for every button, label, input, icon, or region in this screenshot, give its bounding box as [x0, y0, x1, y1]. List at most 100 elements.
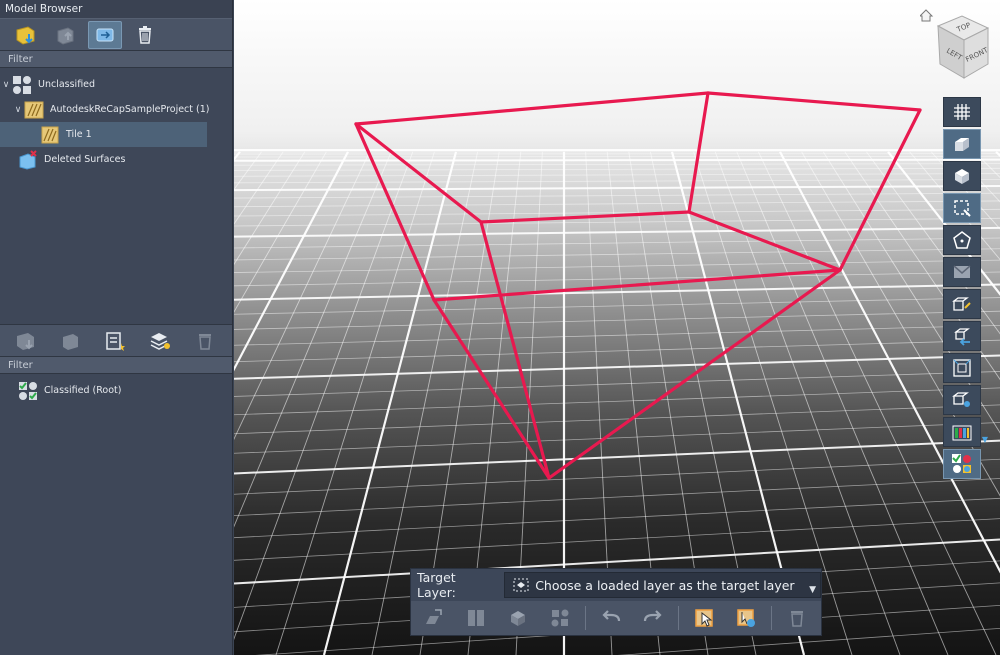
box-edit-icon [952, 297, 971, 311]
tree-item-label: Deleted Surfaces [44, 154, 126, 165]
grid-line [234, 439, 1000, 475]
rotate-points-icon [426, 609, 442, 624]
color-bars-icon [952, 425, 972, 441]
unclassified-icon [12, 75, 32, 95]
target-layer-value: Choose a loaded layer as the target laye… [535, 577, 795, 593]
trash-icon [139, 25, 151, 44]
shapes-button[interactable] [543, 604, 577, 632]
selection-box-edge[interactable] [687, 91, 710, 214]
color-mode-button[interactable]: ▼ [943, 417, 988, 447]
grid-line [234, 297, 1000, 315]
tree-item-project[interactable]: ∨ AutodeskReCapSampleProject (1) [0, 97, 232, 122]
select-points-button[interactable] [687, 604, 721, 632]
rotate-points-button[interactable] [417, 604, 451, 632]
project-scan-icon [24, 100, 44, 120]
tree-item-label: Classified (Root) [44, 385, 122, 396]
import-icon [16, 25, 35, 45]
reference-icon [96, 28, 114, 41]
export-button[interactable] [48, 21, 82, 49]
import-button[interactable] [8, 21, 42, 49]
plane-select-button[interactable] [943, 257, 981, 287]
layers-icon [150, 332, 170, 350]
grid-line [234, 151, 241, 162]
selection-box-edge[interactable] [479, 220, 551, 480]
classification-icon [952, 454, 971, 473]
grid-line [234, 422, 1000, 454]
tree-item-tile[interactable]: Tile 1 [0, 122, 207, 147]
reference-button[interactable] [88, 20, 122, 49]
selection-box-edge[interactable] [838, 108, 922, 272]
select-region-points-button[interactable] [729, 604, 763, 632]
target-layer-label: Target Layer: [417, 570, 456, 600]
classified-delete-button[interactable] [188, 327, 222, 355]
grid-line [234, 151, 414, 640]
scene-canvas[interactable] [234, 0, 1000, 655]
window-select-button[interactable] [943, 193, 981, 223]
grid-icon [954, 104, 970, 120]
split-icon [468, 610, 484, 626]
undo-icon [602, 610, 621, 622]
filter-input[interactable]: Filter [0, 50, 232, 68]
undo-button[interactable] [594, 604, 628, 632]
region-move-button[interactable] [943, 321, 981, 351]
fence-select-button[interactable] [943, 225, 981, 255]
3d-viewport[interactable]: TOP LEFT FRONT ▼ Target Layer: Choose a … [234, 0, 1000, 655]
grid-line [234, 185, 1000, 192]
cube-button[interactable] [501, 604, 535, 632]
tree-item-deleted-surfaces[interactable]: Deleted Surfaces [0, 147, 232, 172]
model-browser-toolbar [0, 18, 232, 50]
export-icon [63, 333, 78, 350]
delete-points-button[interactable] [780, 604, 814, 632]
grid-line [234, 155, 1000, 158]
cube-icon [511, 611, 525, 626]
chevron-down-icon[interactable]: ∨ [0, 80, 12, 90]
separator [678, 606, 679, 630]
tree-item-label: AutodeskReCapSampleProject (1) [50, 104, 210, 115]
redo-button[interactable] [636, 604, 670, 632]
grid-line [234, 158, 1000, 162]
new-layer-button[interactable] [143, 327, 177, 355]
region-fit-button[interactable] [943, 353, 981, 383]
viewcube[interactable]: TOP LEFT FRONT [918, 4, 996, 84]
tile-scan-icon [40, 125, 60, 145]
classified-export-button[interactable] [53, 327, 87, 355]
region-point-button[interactable] [943, 385, 981, 415]
select-region-icon [737, 609, 755, 627]
grid-line [234, 151, 284, 225]
grid-line [234, 217, 1000, 227]
tree-item-classified-root[interactable]: Classified (Root) [0, 378, 232, 403]
grid-line [234, 325, 1000, 346]
region-edit-button[interactable] [943, 289, 981, 319]
limit-box-button[interactable] [943, 129, 981, 159]
redo-icon [643, 610, 662, 622]
solid-box-button[interactable] [943, 161, 981, 191]
model-tree: ∨ Unclassified ∨ AutodeskReCapSampleProj… [0, 68, 232, 324]
box-fit-icon [953, 359, 971, 377]
target-layer-select[interactable]: Choose a loaded layer as the target laye… [504, 572, 821, 598]
selection-box-edge[interactable] [354, 91, 710, 126]
delete-button[interactable] [128, 21, 162, 49]
new-class-button[interactable] [98, 327, 132, 355]
tree-item-unclassified[interactable]: ∨ Unclassified [0, 72, 232, 97]
classified-import-button[interactable] [8, 327, 42, 355]
home-icon[interactable] [918, 9, 934, 22]
grid-line [234, 497, 1000, 539]
shapes-icon [551, 609, 569, 627]
grid-line [234, 163, 1000, 166]
export-icon [57, 26, 74, 45]
classification-button[interactable] [943, 449, 981, 479]
chevron-down-icon[interactable]: ▼ [982, 435, 988, 444]
layer-icon [513, 578, 529, 592]
split-button[interactable] [459, 604, 493, 632]
separator [771, 606, 772, 630]
plane-icon [953, 265, 971, 278]
grid-tool-button[interactable] [943, 97, 981, 127]
selection-box-edge[interactable] [706, 91, 922, 112]
select-points-icon [695, 609, 713, 627]
selection-box-edge[interactable] [354, 122, 483, 224]
chevron-down-icon[interactable]: ▼ [809, 585, 816, 595]
chevron-down-icon[interactable]: ∨ [12, 105, 24, 115]
classified-filter-input[interactable]: Filter [0, 356, 232, 374]
classified-icon [18, 381, 38, 401]
limit-box-icon [955, 138, 969, 151]
